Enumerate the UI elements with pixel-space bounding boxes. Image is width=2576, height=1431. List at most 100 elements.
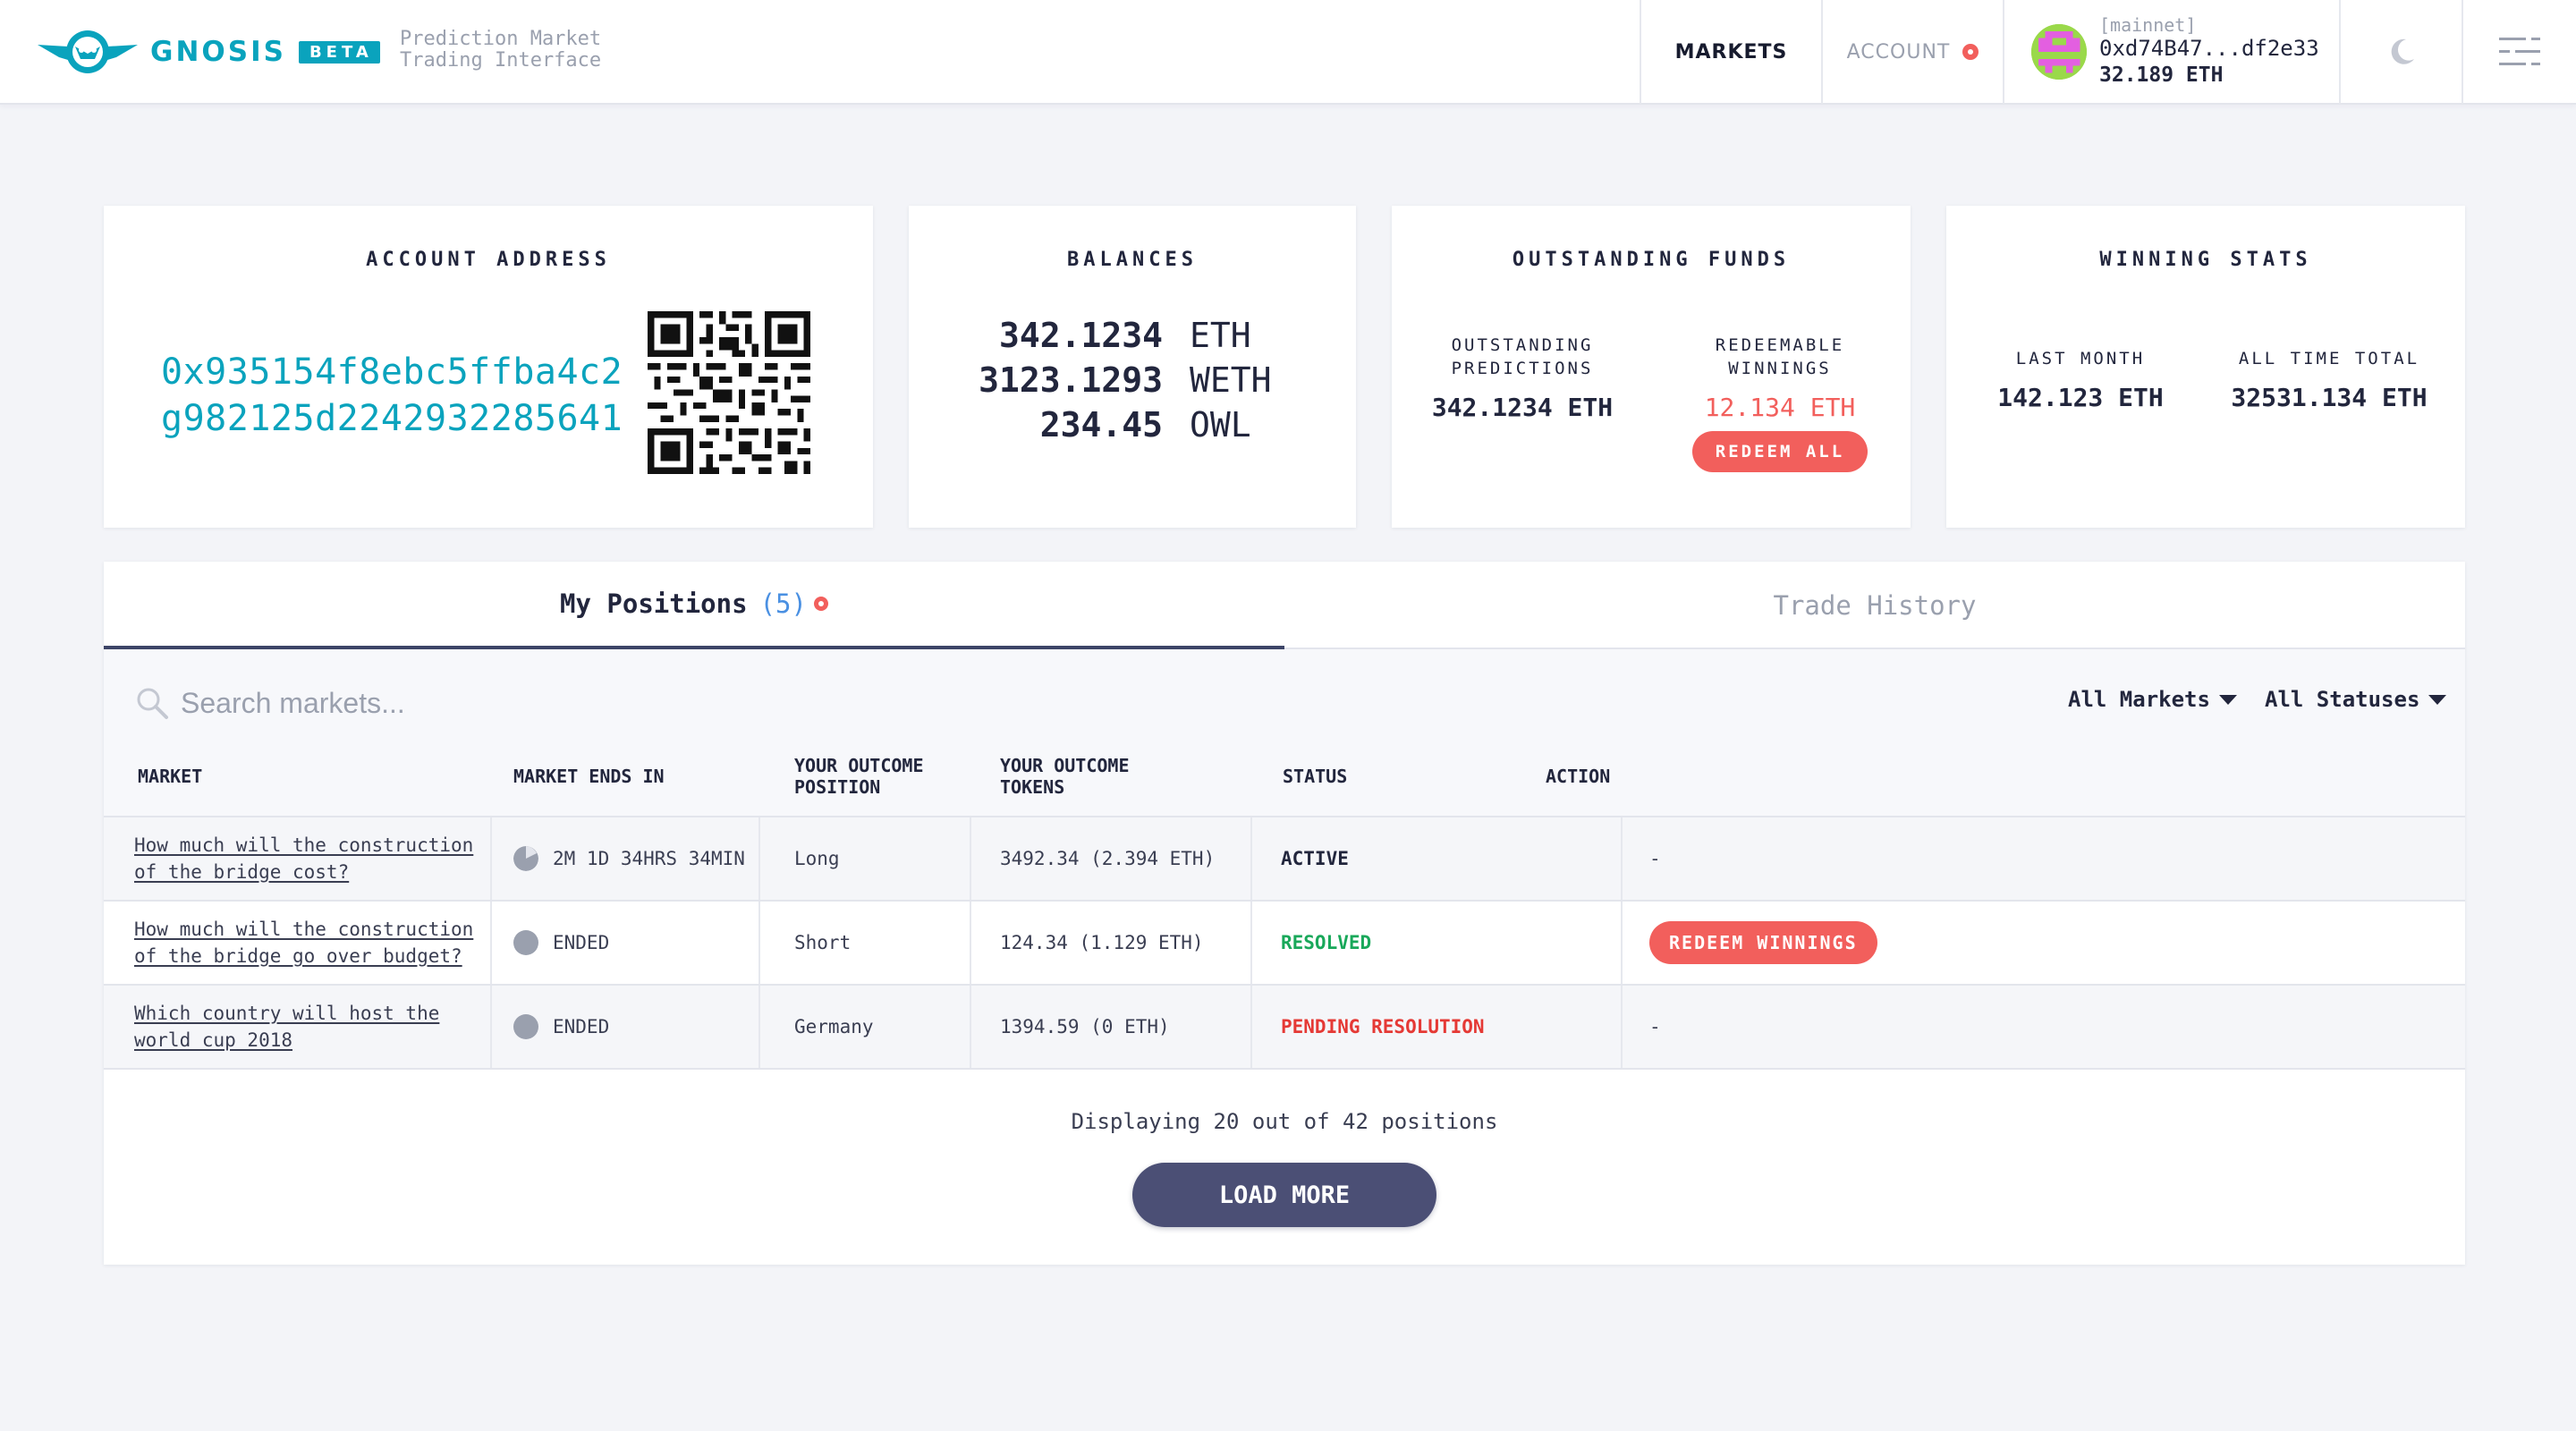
search-input[interactable]	[181, 678, 986, 728]
gnosis-logo[interactable]: GNOSIS BETA	[36, 25, 380, 79]
market-cell: How much will the construction of the br…	[134, 817, 488, 900]
load-more-button[interactable]: LOAD MORE	[1132, 1163, 1436, 1227]
balance-row-owl: 234.45 OWL	[909, 402, 1356, 447]
outstanding-predictions: OUTSTANDING PREDICTIONS 342.1234 ETH	[1415, 334, 1630, 422]
wallet-info[interactable]: [mainnet] 0xd74B47...df2e33 32.189 ETH	[2003, 0, 2339, 104]
action-cell: -	[1621, 817, 2465, 900]
status-badge: ACTIVE	[1281, 848, 1349, 869]
account-address-value[interactable]: 0x935154f8ebc5ffba4c2 g982125d2242932285…	[161, 349, 626, 442]
market-cell: Which country will host the world cup 20…	[134, 986, 488, 1068]
column-market: MARKET	[138, 766, 203, 787]
table-row: How much will the construction of the br…	[104, 817, 2465, 902]
redeemable-winnings: REDEEMABLE WINNINGS 12.134 ETH REDEEM AL…	[1673, 334, 1887, 472]
markets-filter-label: All Markets	[2068, 687, 2210, 712]
notification-dot-icon	[813, 597, 828, 611]
nav-markets[interactable]: MARKETS	[1640, 0, 1821, 104]
avatar	[2031, 24, 2087, 80]
table-header: MARKET MARKET ENDS IN YOUR OUTCOME POSIT…	[104, 733, 2465, 817]
theme-toggle[interactable]	[2339, 0, 2462, 104]
market-link[interactable]: How much will the construction of the br…	[134, 832, 473, 885]
positions-tabs: My Positions (5) Trade History	[104, 562, 2465, 649]
positions-panel: My Positions (5) Trade History All Marke…	[104, 562, 2465, 1265]
column-position: YOUR OUTCOME POSITION	[794, 755, 924, 798]
market-link-line-1: Which country will host the	[134, 1003, 440, 1024]
chevron-down-icon	[2218, 694, 2237, 705]
redeem-all-button[interactable]: REDEEM ALL	[1691, 431, 1868, 472]
balance-currency: OWL	[1190, 405, 1251, 445]
nav-account[interactable]: ACCOUNT	[1821, 0, 2003, 104]
tokens-value: 3492.34 (2.394 ETH)	[1000, 848, 1216, 869]
pagination-info: Displaying 20 out of 42 positions	[1071, 1109, 1498, 1134]
statuses-filter-dropdown[interactable]: All Statuses	[2265, 687, 2447, 712]
account-address-line-2: g982125d2242932285641	[161, 398, 623, 439]
position-cell: Short	[758, 902, 970, 984]
position-value: Germany	[794, 1016, 874, 1037]
redeem-winnings-button[interactable]: REDEEM WINNINGS	[1649, 921, 1877, 964]
balance-row-eth: 342.1234 ETH	[909, 313, 1356, 358]
tab-my-positions-count: (5)	[759, 588, 807, 619]
tab-my-positions[interactable]: My Positions (5)	[104, 562, 1284, 649]
outstanding-predictions-label-1: OUTSTANDING	[1451, 335, 1594, 355]
tokens-value: 1394.59 (0 ETH)	[1000, 1016, 1170, 1037]
all-time-stat: ALL TIME TOTAL 32531.134 ETH	[2213, 347, 2445, 412]
position-value: Short	[794, 932, 852, 953]
last-month-value: 142.123 ETH	[1997, 383, 2164, 412]
tagline: Prediction Market Trading Interface	[400, 29, 601, 72]
outstanding-funds-title: OUTSTANDING FUNDS	[1512, 249, 1791, 271]
position-value: Long	[794, 848, 840, 869]
position-cell: Germany	[758, 986, 970, 1068]
column-tokens-line-1: YOUR OUTCOME	[1000, 755, 1130, 776]
action-cell: REDEEM WINNINGS	[1621, 902, 2465, 984]
outstanding-predictions-label-2: PREDICTIONS	[1451, 359, 1594, 378]
market-link-line-1: How much will the construction	[134, 834, 474, 856]
menu-button[interactable]	[2462, 0, 2576, 104]
action-value: -	[1649, 1016, 1661, 1037]
clock-icon	[513, 930, 538, 955]
brand-name: GNOSIS	[150, 36, 286, 68]
balance-currency: WETH	[1190, 360, 1272, 400]
action-cell: -	[1621, 986, 2465, 1068]
ends-in-value: ENDED	[553, 1016, 610, 1037]
account-address-card: ACCOUNT ADDRESS 0x935154f8ebc5ffba4c2 g9…	[104, 206, 873, 528]
action-value: -	[1649, 848, 1661, 869]
status-cell: ACTIVE	[1250, 817, 1621, 900]
outstanding-funds-card: OUTSTANDING FUNDS OUTSTANDING PREDICTION…	[1392, 206, 1911, 528]
last-month-label: LAST MONTH	[2015, 349, 2146, 368]
ends-in-cell: ENDED	[490, 902, 758, 984]
market-link[interactable]: Which country will host the world cup 20…	[134, 1000, 439, 1054]
ends-in-value: ENDED	[553, 932, 610, 953]
clock-icon	[513, 846, 538, 871]
search-icon	[137, 688, 168, 719]
ends-in-cell: 2M 1D 34HRS 34MIN	[490, 817, 758, 900]
balance-value: 234.45	[1039, 405, 1163, 445]
market-cell: How much will the construction of the br…	[134, 902, 488, 984]
redeemable-winnings-value: 12.134 ETH	[1704, 393, 1856, 422]
tab-trade-history[interactable]: Trade History	[1284, 562, 2465, 649]
market-link[interactable]: How much will the construction of the br…	[134, 916, 473, 970]
all-time-label: ALL TIME TOTAL	[2238, 349, 2420, 368]
redeemable-winnings-label-2: WINNINGS	[1728, 359, 1832, 378]
menu-icon	[2499, 38, 2540, 65]
tokens-value: 124.34 (1.129 ETH)	[1000, 932, 1204, 953]
winning-stats-card: WINNING STATS LAST MONTH 142.123 ETH ALL…	[1946, 206, 2465, 528]
balance-currency: ETH	[1190, 316, 1251, 355]
ends-in-cell: ENDED	[490, 986, 758, 1068]
moon-icon	[2391, 38, 2414, 64]
identicon-icon	[2031, 24, 2087, 80]
column-position-line-1: YOUR OUTCOME	[794, 755, 924, 776]
clock-icon	[513, 1014, 538, 1039]
tokens-cell: 1394.59 (0 ETH)	[970, 986, 1250, 1068]
status-badge: RESOLVED	[1281, 932, 1372, 953]
market-link-line-1: How much will the construction	[134, 919, 474, 940]
tab-trade-history-label: Trade History	[1773, 590, 1977, 621]
wallet-balance: 32.189 ETH	[2099, 64, 2224, 87]
column-position-line-2: POSITION	[794, 776, 881, 798]
column-tokens: YOUR OUTCOME TOKENS	[1000, 755, 1130, 798]
wallet-network: [mainnet]	[2099, 14, 2197, 36]
status-cell: RESOLVED	[1250, 902, 1621, 984]
tagline-line-1: Prediction Market	[400, 28, 602, 50]
markets-filter-dropdown[interactable]: All Markets	[2068, 687, 2237, 712]
nav-account-label: ACCOUNT	[1846, 40, 1951, 64]
balances-title: BALANCES	[1067, 249, 1198, 271]
qr-code-icon	[648, 311, 810, 474]
